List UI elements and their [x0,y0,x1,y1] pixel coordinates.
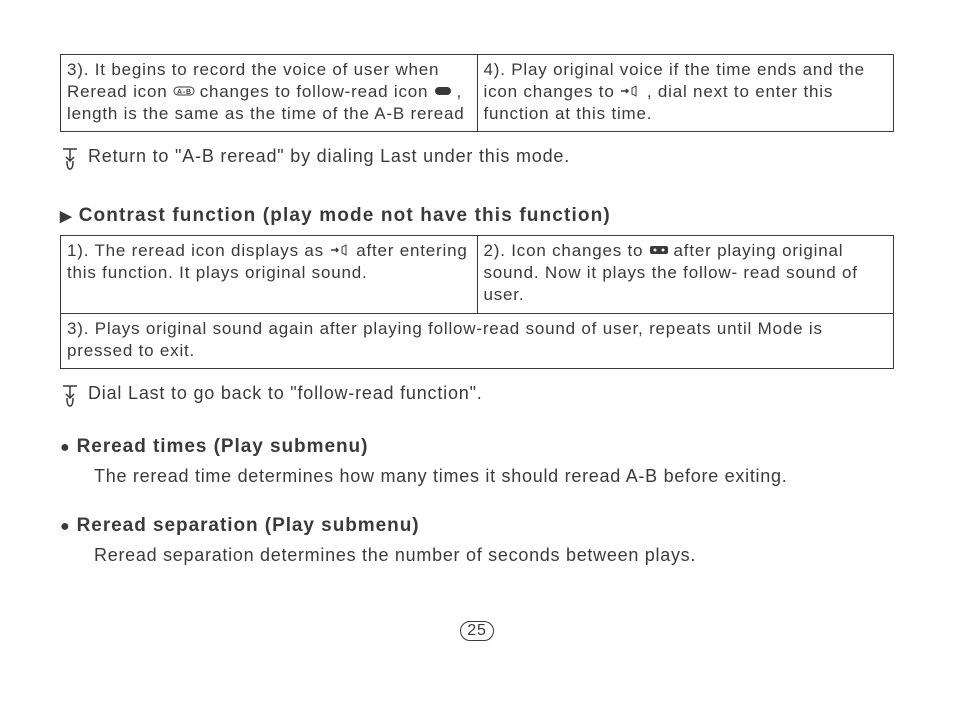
cell-num: 1). [67,241,89,260]
contrast-table: 1). The reread icon displays as after en… [60,235,894,368]
triangle-right-icon: ▶ [60,207,73,225]
heading-text: Contrast function (play mode not have th… [79,205,611,227]
page-number-value: 25 [460,621,493,641]
follow-read-table: 3). It begins to record the voice of use… [60,54,894,132]
reread-separation-body: Reread separation determines the number … [94,545,894,566]
follow-read-icon [434,84,457,100]
reread-separation-heading: ● Reread separation (Play submenu) [60,515,894,539]
sub-title: Reread separation (Play submenu) [77,515,420,537]
tip-dial-last: Dial Last to go back to "follow-read fun… [60,383,894,408]
tip-text: Dial Last to go back to "follow-read fun… [88,383,483,404]
reread-times-heading: ● Reread times (Play submenu) [60,436,894,460]
play-arrow-speaker-icon [620,84,647,100]
cell-3: 3). Plays original sound again after pla… [61,313,894,368]
manual-page: 3). It begins to record the voice of use… [0,0,954,701]
cell-4: 4). Play original voice if the time ends… [477,55,894,132]
cell-text: changes to follow-read icon [200,82,429,101]
contrast-heading: ▶ Contrast function (play mode not have … [60,205,894,227]
cell-1: 1). The reread icon displays as after en… [61,236,478,313]
cassette-icon [649,243,674,259]
tip-return: Return to "A-B reread" by dialing Last u… [60,146,894,171]
svg-text:A-B: A-B [177,89,192,96]
cell-num: 4). [484,60,506,79]
finger-down-icon [60,147,80,171]
finger-down-icon [60,384,80,408]
tip-text: Return to "A-B reread" by dialing Last u… [88,146,570,167]
cell-text: The reread icon displays as [94,241,324,260]
bullet-icon: ● [60,436,71,460]
sub-title: Reread times (Play submenu) [77,436,369,458]
cell-num: 3). [67,60,89,79]
cell-2: 2). Icon changes to after playing origin… [477,236,894,313]
bullet-icon: ● [60,515,71,539]
cell-3: 3). It begins to record the voice of use… [61,55,478,132]
cell-text: Plays original sound again after playing… [67,319,823,360]
cell-num: 2). [484,241,506,260]
reread-times-body: The reread time determines how many time… [94,466,894,487]
play-arrow-speaker-icon [330,243,357,259]
cell-text: Icon changes to [511,241,643,260]
cell-num: 3). [67,319,89,338]
reread-ab-icon: A-B [173,84,200,100]
page-number: 25 [0,621,954,641]
